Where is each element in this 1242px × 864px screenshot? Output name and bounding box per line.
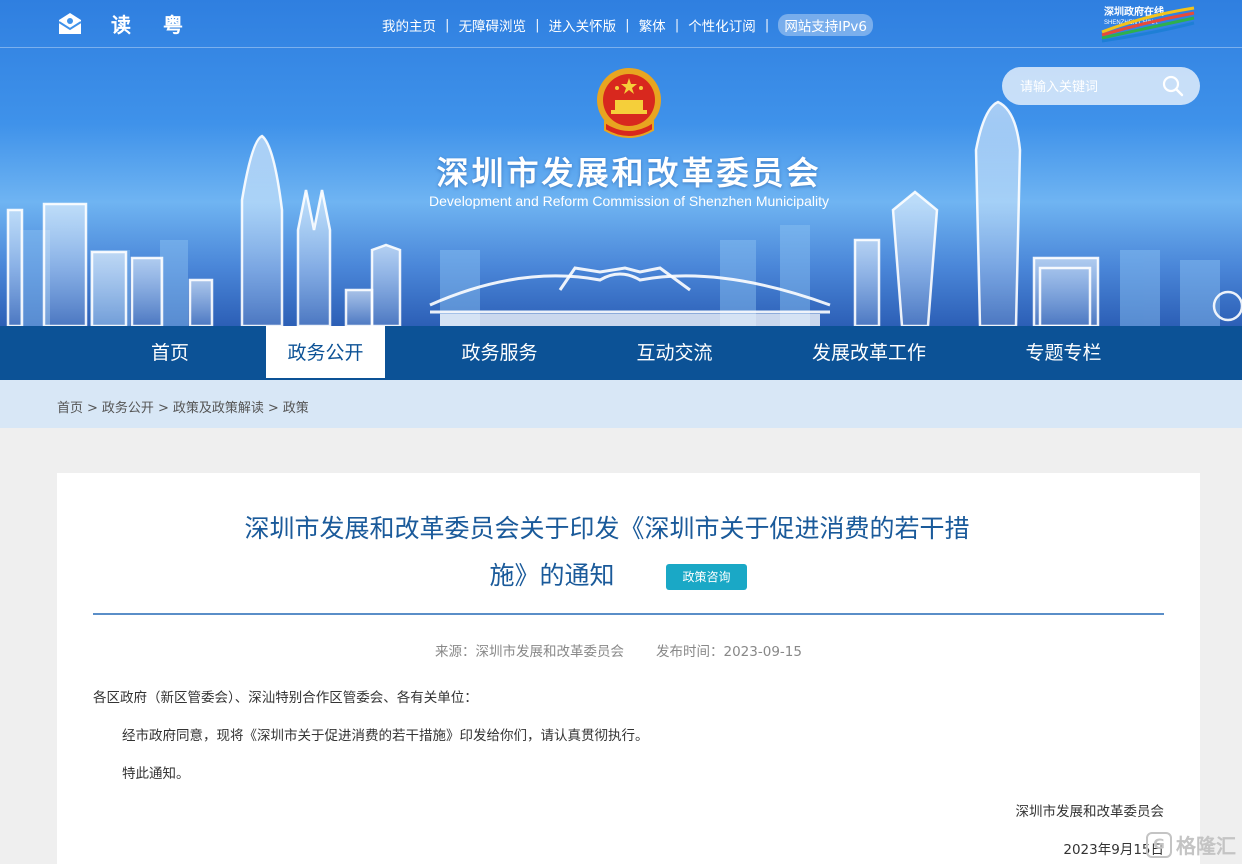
policy-consult-badge[interactable]: 政策咨询 [666,564,747,590]
article-title-line1: 深圳市发展和改革委员会关于印发《深圳市关于促进消费的若干措 [244,514,970,543]
link-my-homepage[interactable]: 我的主页 [382,15,436,35]
nav-item-development-reform[interactable]: 发展改革工作 [795,326,943,380]
nav-item-gov-services[interactable]: 政务服务 [440,326,559,380]
article-signer: 深圳市发展和改革委员会 [1015,804,1165,820]
link-traditional-chinese[interactable]: 繁体 [639,15,666,35]
article-source: 来源：深圳市发展和改革委员会 [435,644,624,660]
link-accessibility[interactable]: 无障碍浏览 [459,15,527,35]
breadcrumb: 首页 > 政务公开 > 政策及政策解读 > 政策 [57,397,309,416]
watermark-text: 格隆汇 [1176,834,1236,858]
breadcrumb-separator: > [87,401,98,416]
nav-item-home[interactable]: 首页 [120,326,220,380]
top-bar: 读 粤 我的主页 | 无障碍浏览 | 进入关怀版 | 繁体 | 个性化订阅 | 网站支持I… [0,0,1242,48]
link-separator: | [535,17,540,33]
breadcrumb-bar: 首页 > 政务公开 > 政策及政策解读 > 政策 [0,380,1242,428]
article-card: 深圳市发展和改革委员会关于印发《深圳市关于促进消费的若干措 施》的通知 政策咨询… [57,473,1200,864]
link-separator: | [764,17,770,33]
national-emblem-icon [597,68,661,138]
top-links: 我的主页 | 无障碍浏览 | 进入关怀版 | 繁体 | 个性化订阅 | 网站支持IPv6 [382,14,874,36]
breadcrumb-home[interactable]: 首页 [57,401,83,416]
shenzhen-gov-online-logo[interactable]: 深圳政府在线 SHENZHEN CHINA [1098,2,1198,44]
nav-item-special-topics[interactable]: 专题专栏 [1004,326,1123,380]
breadcrumb-gov-affairs[interactable]: 政务公开 [102,401,154,416]
nav-item-interaction[interactable]: 互动交流 [615,326,734,380]
elder-mode-icon[interactable]: 读 [108,10,136,38]
svg-text:读: 读 [111,13,131,37]
search-icon[interactable] [1162,75,1184,97]
article-publish-date: 发布时间：2023-09-15 [656,644,802,660]
search-box [1002,67,1200,105]
article-title: 深圳市发展和改革委员会关于印发《深圳市关于促进消费的若干措 施》的通知 [187,505,1027,599]
link-separator: | [445,17,450,33]
nav-item-gov-affairs-public[interactable]: 政务公开 [266,326,385,378]
breadcrumb-policy[interactable]: 政策 [283,401,309,416]
watermark: G 格隆汇 [1146,830,1236,859]
article-meta: 来源：深圳市发展和改革委员会 发布时间：2023-09-15 [435,640,802,660]
article-paragraph: 经市政府同意，现将《深圳市关于促进消费的若干措施》印发给你们，请认真贯彻执行。 [122,728,649,744]
title-divider [93,613,1164,615]
breadcrumb-separator: > [157,401,169,416]
link-care-version[interactable]: 进入关怀版 [549,15,617,35]
svg-text:粤: 粤 [163,13,183,37]
article-paragraph: 特此通知。 [122,766,190,782]
article-salutation: 各区政府（新区管委会）、深汕特别合作区管委会、各有关单位： [93,690,478,706]
site-title: 深圳市发展和改革委员会 [436,154,822,192]
article-title-line2: 施》的通知 [489,561,615,590]
link-subscription[interactable]: 个性化订阅 [688,15,756,35]
site-subtitle: Development and Reform Commission of She… [429,193,829,209]
breadcrumb-separator: > [267,401,279,416]
top-left-icons: 读 粤 [56,10,188,38]
cantonese-icon[interactable]: 粤 [160,10,188,38]
mail-icon[interactable] [56,10,84,38]
link-separator: | [674,17,680,33]
ipv6-badge: 网站支持IPv6 [778,14,874,36]
main-nav: 首页 政务公开 政务服务 互动交流 发展改革工作 专题专栏 [0,326,1242,380]
watermark-logo-icon: G [1146,831,1172,858]
header-banner: 读 粤 我的主页 | 无障碍浏览 | 进入关怀版 | 繁体 | 个性化订阅 | 网站支持I… [0,0,1242,326]
link-separator: | [625,17,630,33]
breadcrumb-policy-interpretation[interactable]: 政策及政策解读 [173,401,264,416]
search-input[interactable] [1020,78,1150,94]
